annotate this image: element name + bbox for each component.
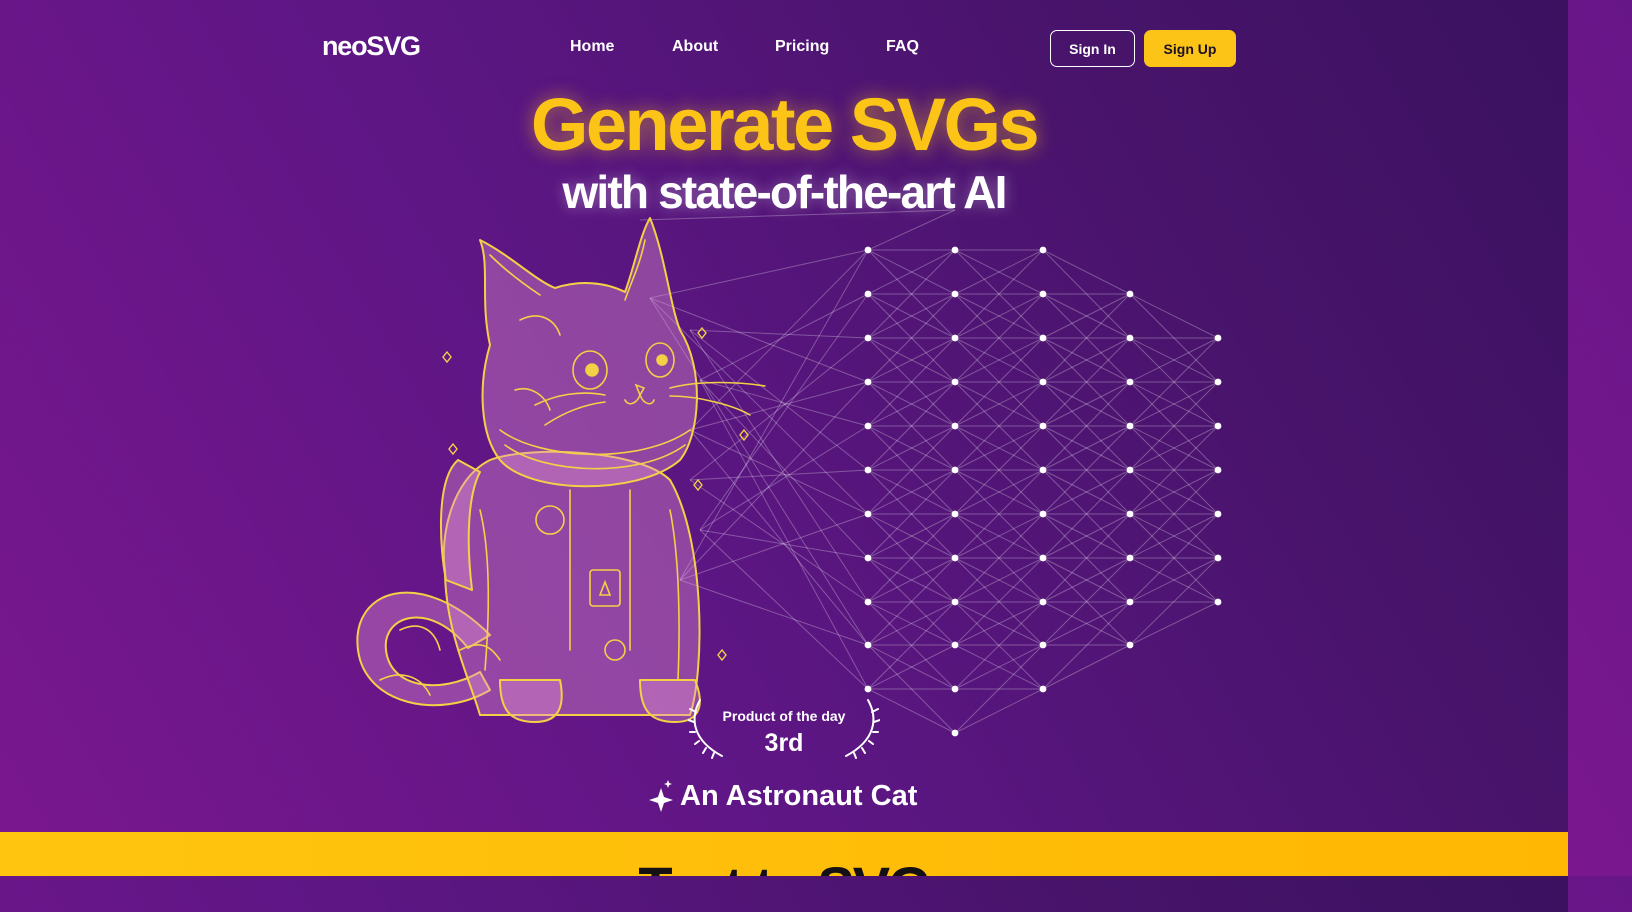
section-title: Text to SVG — [0, 854, 1568, 876]
network-node — [864, 554, 872, 562]
network-node — [1126, 290, 1134, 298]
network-node — [864, 685, 872, 693]
hero-title: Generate SVGs — [530, 83, 1040, 166]
network-node — [1126, 554, 1134, 562]
network-node — [864, 334, 872, 342]
network-node — [864, 466, 872, 474]
network-node — [1126, 598, 1134, 606]
network-node — [864, 598, 872, 606]
award-rank: 3rd — [764, 729, 804, 757]
network-edge — [867, 688, 956, 734]
network-node — [1039, 510, 1047, 518]
network-node — [951, 246, 959, 254]
showcase-caption: An Astronaut Cat — [648, 776, 917, 816]
network-node — [1126, 378, 1134, 386]
network-node — [951, 729, 959, 737]
network-node — [1039, 685, 1047, 693]
network-edge — [1042, 644, 1131, 690]
network-node — [1039, 466, 1047, 474]
network-node — [1126, 641, 1134, 649]
network-node — [1214, 378, 1222, 386]
network-node — [1039, 641, 1047, 649]
nav-pricing-link[interactable]: Pricing — [775, 38, 829, 56]
network-node — [1039, 554, 1047, 562]
network-node — [864, 422, 872, 430]
network-node — [864, 246, 872, 254]
network-edge — [1129, 601, 1219, 646]
network-node — [864, 641, 872, 649]
network-edge — [954, 688, 1044, 734]
network-node — [1039, 246, 1047, 254]
network-node — [1214, 554, 1222, 562]
network-node — [951, 334, 959, 342]
sign-in-button[interactable]: Sign In — [1050, 30, 1135, 67]
network-node — [951, 554, 959, 562]
hero-subtitle: with state-of-the-art AI — [562, 166, 1007, 218]
network-node — [1214, 598, 1222, 606]
network-node — [1039, 598, 1047, 606]
nav-home-link[interactable]: Home — [570, 38, 614, 56]
nav-about-link[interactable]: About — [672, 38, 718, 56]
award-label: Product of the day — [722, 708, 846, 724]
network-node — [864, 290, 872, 298]
network-node — [1126, 510, 1134, 518]
network-node — [1126, 466, 1134, 474]
network-node — [1126, 334, 1134, 342]
network-node — [1126, 422, 1134, 430]
network-node — [1214, 422, 1222, 430]
network-node — [951, 378, 959, 386]
network-node — [1039, 334, 1047, 342]
network-node — [951, 466, 959, 474]
network-node — [1214, 334, 1222, 342]
nav-faq-link[interactable]: FAQ — [886, 38, 919, 56]
network-edge — [1042, 249, 1131, 295]
text-to-svg-section: Text to SVG — [0, 832, 1568, 876]
network-node — [951, 598, 959, 606]
caption-text: An Astronaut Cat — [680, 779, 918, 812]
network-edge — [1129, 293, 1219, 339]
network-node — [1039, 290, 1047, 298]
product-of-the-day-badge[interactable]: Product of the day 3rd — [688, 698, 880, 760]
nav-links: Home About Pricing FAQ — [0, 38, 1568, 60]
network-node — [951, 641, 959, 649]
network-node — [951, 685, 959, 693]
network-node — [1214, 466, 1222, 474]
sign-up-button[interactable]: Sign Up — [1144, 30, 1236, 67]
network-node — [864, 510, 872, 518]
network-node — [1039, 378, 1047, 386]
sparkles-icon — [649, 780, 673, 812]
network-node — [864, 378, 872, 386]
network-node — [1039, 422, 1047, 430]
network-node — [951, 422, 959, 430]
network-node — [1214, 510, 1222, 518]
astronaut-cat-illustration — [356, 217, 766, 723]
network-node — [951, 290, 959, 298]
network-node — [951, 510, 959, 518]
